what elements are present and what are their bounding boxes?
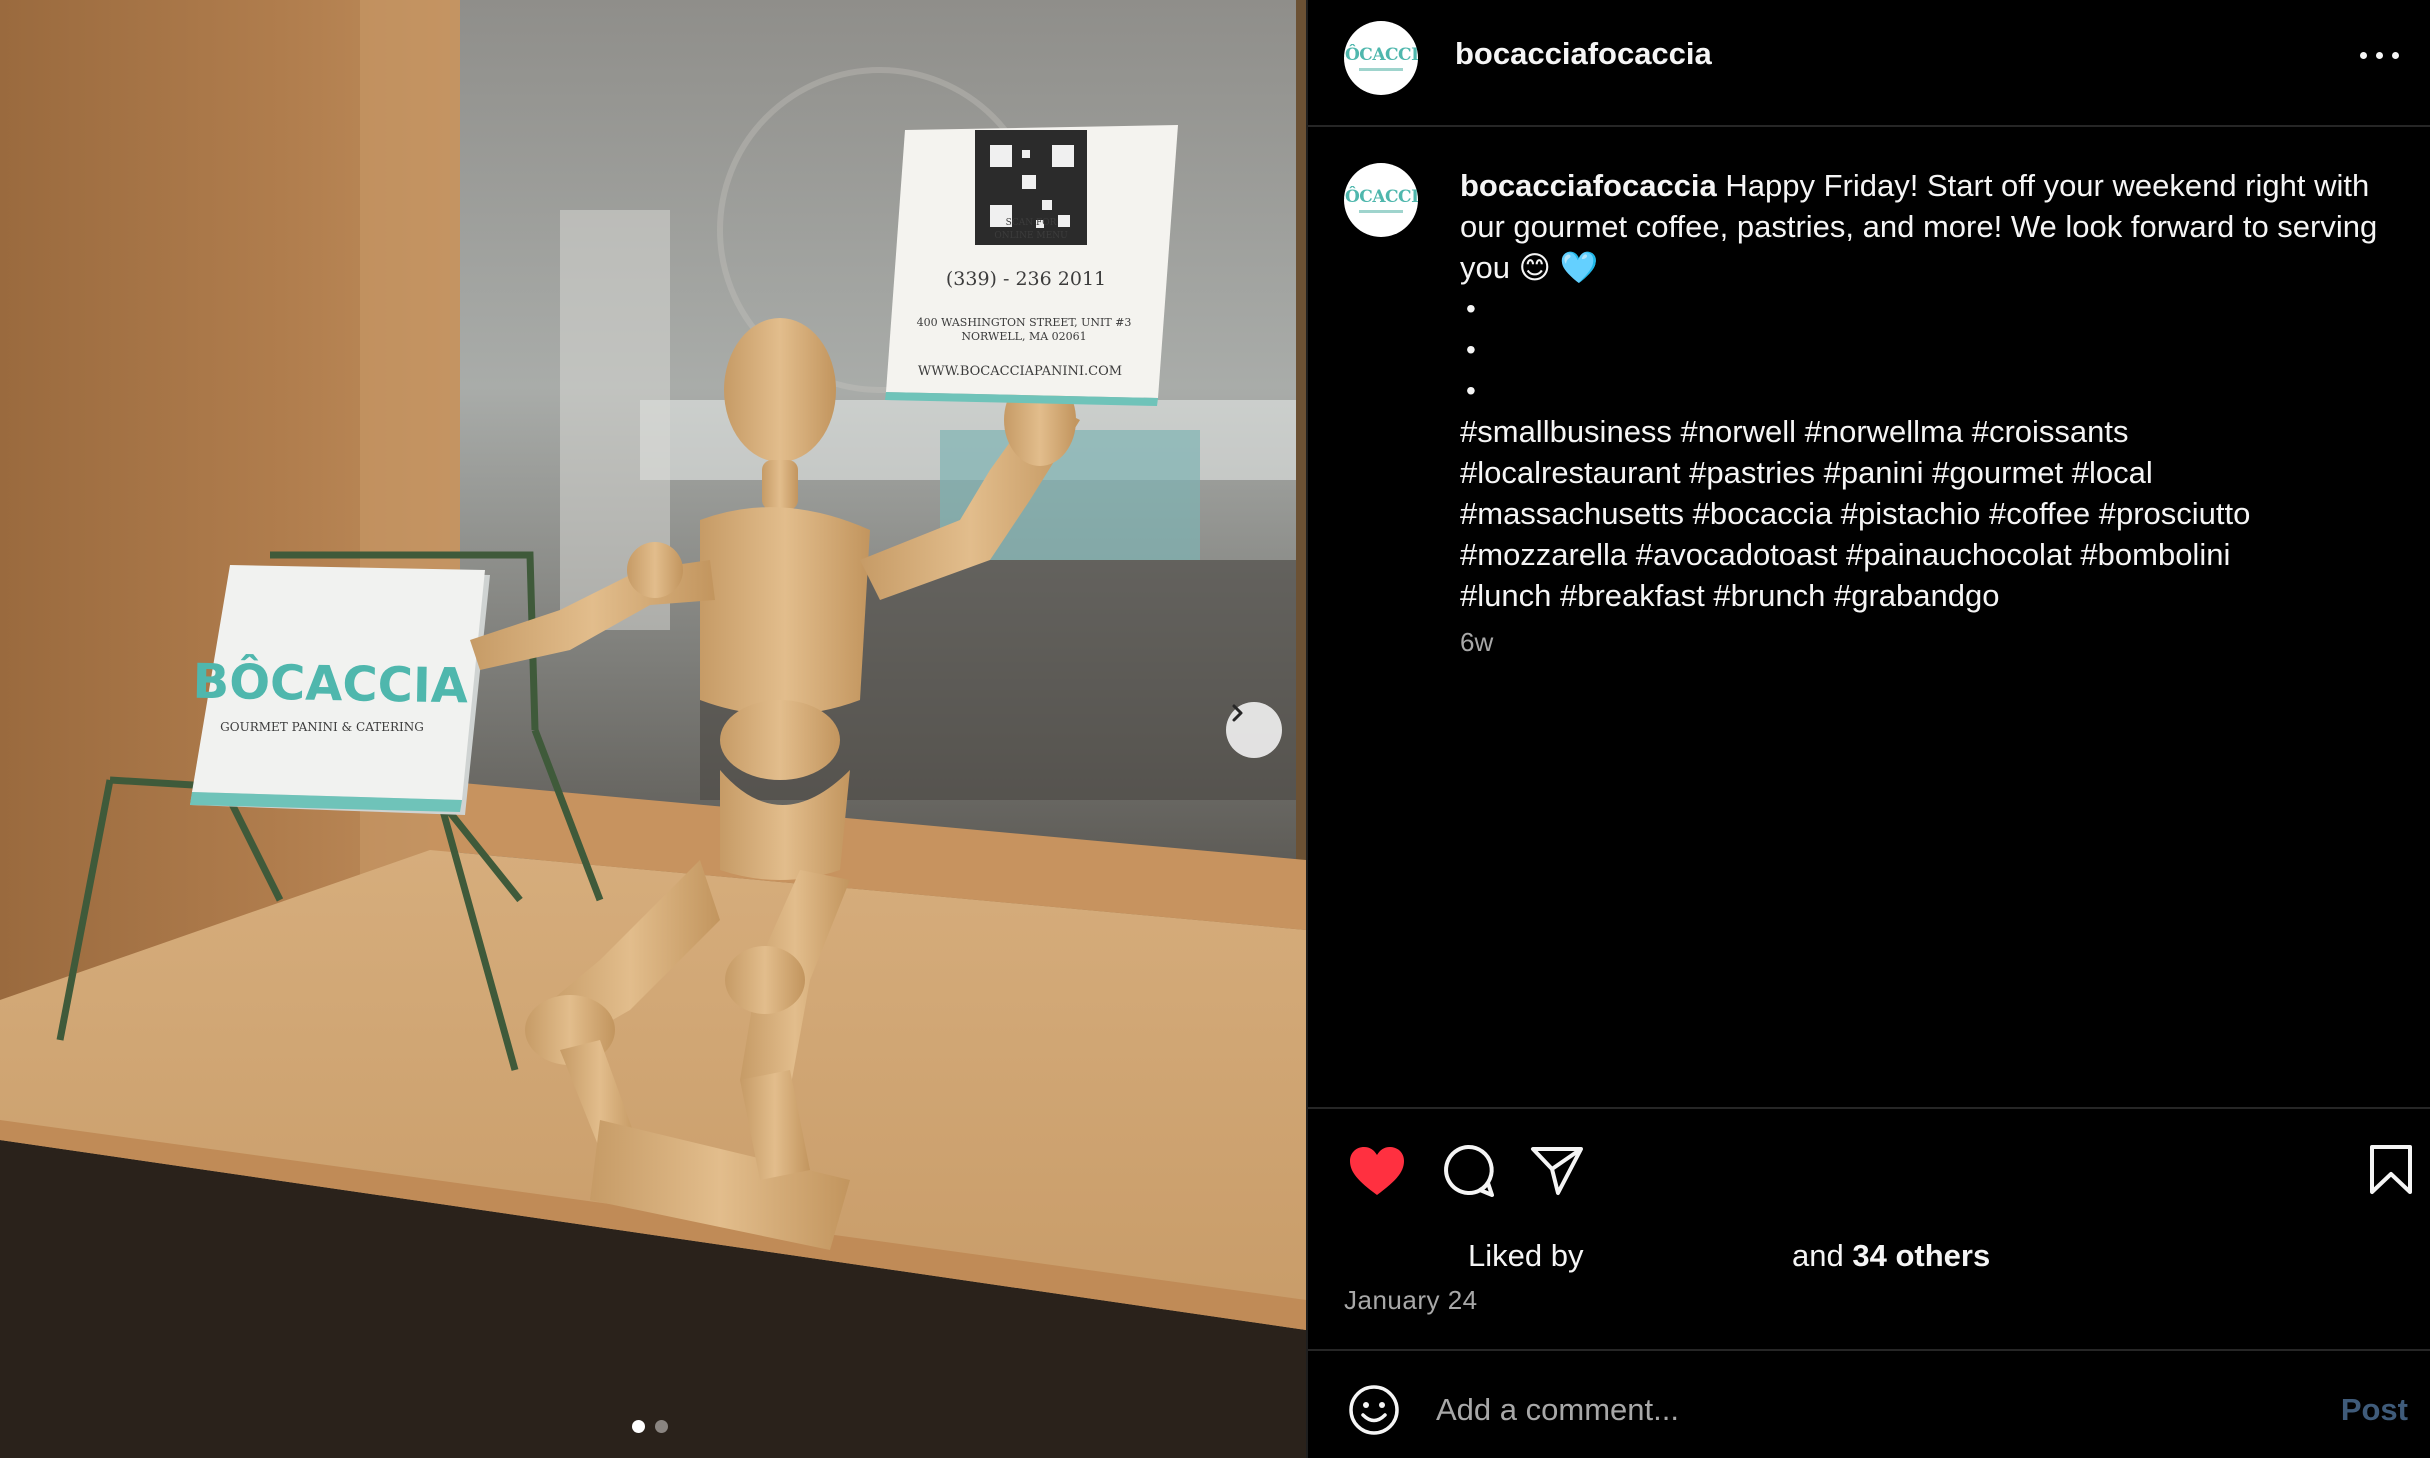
- carousel-indicator: [632, 1420, 668, 1433]
- comment-icon[interactable]: [1440, 1143, 1496, 1199]
- caption-dot: •: [1466, 293, 1476, 324]
- emoji-icon[interactable]: [1348, 1384, 1400, 1436]
- card-brand: BÔCACCIA: [192, 653, 468, 715]
- heart-icon[interactable]: [1348, 1145, 1406, 1197]
- avatar-logo-underline: [1359, 68, 1403, 71]
- post-detail-panel: BÔCACCIA bocacciafocaccia BÔCACCIA bocac…: [1308, 0, 2430, 1458]
- qr-scan-label: SCAN FOR: [1006, 218, 1057, 228]
- header-username[interactable]: bocacciafocaccia: [1455, 36, 1712, 72]
- chevron-right-icon: [1232, 704, 1243, 722]
- liked-by-others[interactable]: and 34 others: [1792, 1238, 1990, 1274]
- carousel-next-button[interactable]: [1226, 702, 1282, 758]
- avatar-logo: BÔCACCIA: [1344, 45, 1418, 65]
- post-comment-button[interactable]: Post: [2341, 1392, 2408, 1428]
- qr-card-address-1: 400 WASHINGTON STREET, UNIT #3: [917, 316, 1132, 329]
- more-icon-dot: [2392, 52, 2399, 59]
- likes-count[interactable]: 34 others: [1852, 1238, 1990, 1273]
- post-photo: BÔCACCIA GOURMET PANINI & CATERING SCAN …: [0, 0, 1306, 1458]
- share-icon[interactable]: [1530, 1145, 1584, 1197]
- more-icon: [2360, 52, 2367, 59]
- caption-dot: •: [1466, 334, 1476, 365]
- qr-scan-label-2: ONLINE MENU: [994, 231, 1068, 241]
- bookmark-icon[interactable]: [2368, 1144, 2414, 1196]
- qr-card-url: WWW.BOCACCIAPANINI.COM: [918, 364, 1122, 379]
- photo-scene: BÔCACCIA GOURMET PANINI & CATERING SCAN …: [0, 0, 1306, 1458]
- carousel-dot: [655, 1420, 668, 1433]
- caption-dot: •: [1466, 375, 1476, 406]
- avatar-logo: BÔCACCIA: [1344, 187, 1418, 207]
- business-card-stack: BÔCACCIA GOURMET PANINI & CATERING: [190, 565, 490, 815]
- comment-input[interactable]: [1436, 1382, 2256, 1438]
- caption-hashtags[interactable]: #smallbusiness #norwell #norwellma #croi…: [1460, 411, 2400, 616]
- avatar[interactable]: BÔCACCIA: [1344, 21, 1418, 95]
- card-tagline: GOURMET PANINI & CATERING: [220, 720, 424, 734]
- carousel-dot-active: [632, 1420, 645, 1433]
- qr-menu-card: SCAN FOR ONLINE MENU (339) - 236 2011 40…: [885, 125, 1178, 406]
- actions-divider: [1308, 1107, 2430, 1109]
- avatar-logo-underline: [1359, 210, 1403, 213]
- caption-section: BÔCACCIA bocacciafocaccia Happy Friday! …: [1308, 127, 2430, 1107]
- post-date: January 24: [1344, 1285, 1478, 1315]
- more-options-button[interactable]: [2358, 40, 2402, 70]
- more-icon-dot: [2376, 52, 2383, 59]
- qr-card-address-2: NORWELL, MA 02061: [961, 330, 1086, 343]
- qr-card-phone: (339) - 236 2011: [946, 268, 1106, 290]
- caption-avatar[interactable]: BÔCACCIA: [1344, 163, 1418, 237]
- caption-time-ago: 6w: [1460, 627, 1494, 657]
- liked-by-and: and: [1792, 1238, 1844, 1273]
- post-header: BÔCACCIA bocacciafocaccia: [1308, 0, 2430, 127]
- liked-by-label: Liked by: [1468, 1238, 1584, 1273]
- caption-username[interactable]: bocacciafocaccia: [1460, 168, 1717, 203]
- post-caption: bocacciafocaccia Happy Friday! Start off…: [1460, 165, 2400, 616]
- comment-divider: [1308, 1349, 2430, 1351]
